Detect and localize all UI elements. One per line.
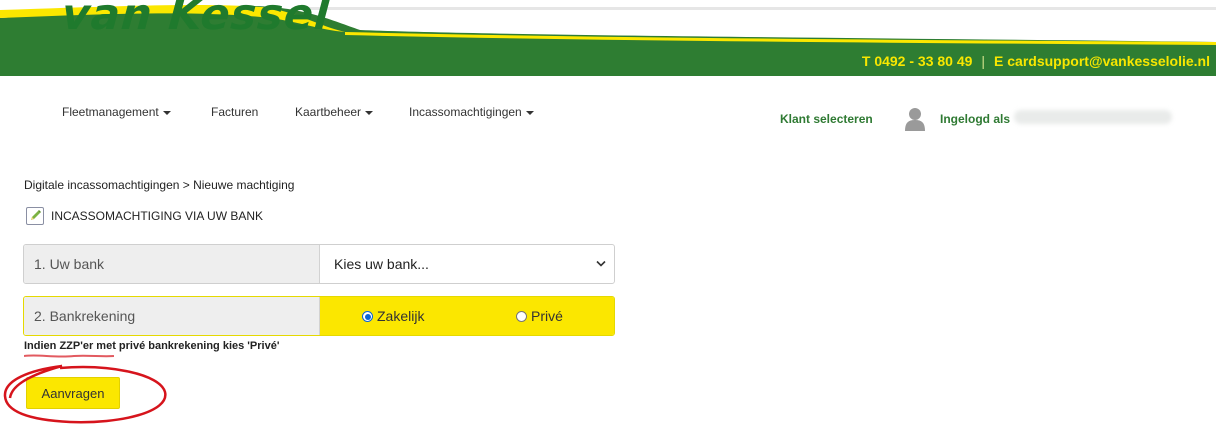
chevron-down-icon[interactable] — [596, 260, 606, 268]
account-label: 2. Bankrekening — [24, 297, 320, 335]
contact-bar: T 0492 - 33 80 49 | E cardsupport@vankesse… — [862, 53, 1210, 69]
support-email[interactable]: E cardsupport@vankesselolie.nl — [994, 53, 1210, 69]
site-header: van Kessel T 0492 - 33 80 49 | E cardsuppo… — [0, 0, 1216, 76]
select-client-link[interactable]: Klant selecteren — [780, 112, 873, 126]
nav-item-label: Fleetmanagement — [62, 105, 159, 119]
bank-select-row: 1. Uw bank Kies uw bank... — [23, 244, 615, 284]
radio-zakelijk[interactable]: Zakelijk — [362, 308, 424, 324]
radio-checked-icon[interactable] — [362, 311, 373, 322]
nav-item-label: Kaartbeheer — [295, 105, 362, 119]
logo[interactable]: van Kessel — [60, 0, 331, 40]
account-type-row: 2. Bankrekening Zakelijk Privé — [23, 296, 615, 336]
radio-prive-label: Privé — [531, 308, 563, 324]
redacted-username — [1014, 110, 1172, 124]
radio-unchecked-icon[interactable] — [516, 311, 527, 322]
bank-select[interactable]: Kies uw bank... — [334, 245, 429, 283]
contact-separator: | — [981, 53, 986, 69]
phone-number[interactable]: T 0492 - 33 80 49 — [862, 53, 973, 69]
edit-icon — [26, 207, 44, 225]
nav-item-incassomachtigingen[interactable]: Incassomachtigingen — [409, 105, 534, 119]
user-icon — [905, 108, 925, 131]
zzp-note: Indien ZZP'er met privé bankrekening kie… — [24, 340, 280, 352]
nav-item-label: Incassomachtigingen — [409, 105, 522, 119]
radio-prive[interactable]: Privé — [516, 308, 563, 324]
radio-zakelijk-label: Zakelijk — [377, 308, 425, 324]
logged-in-label: Ingelogd als — [940, 112, 1011, 126]
breadcrumb: Digitale incassomachtigingen > Nieuwe ma… — [24, 178, 295, 192]
caret-down-icon — [525, 110, 534, 115]
nav-item-label: Facturen — [211, 105, 259, 119]
nav-item-fleetmanagement[interactable]: Fleetmanagement — [62, 105, 171, 119]
caret-down-icon — [162, 110, 171, 115]
annotation-circle — [3, 364, 167, 424]
account-type-radio-group: Zakelijk Privé — [320, 297, 614, 335]
caret-down-icon — [365, 110, 374, 115]
nav-item-kaartbeheer[interactable]: Kaartbeheer — [295, 105, 374, 119]
nav-item-facturen[interactable]: Facturen — [211, 105, 258, 119]
section-title-text: INCASSOMACHTIGING VIA UW BANK — [51, 209, 264, 223]
annotation-scribble — [24, 354, 114, 358]
bank-label: 1. Uw bank — [24, 245, 320, 283]
